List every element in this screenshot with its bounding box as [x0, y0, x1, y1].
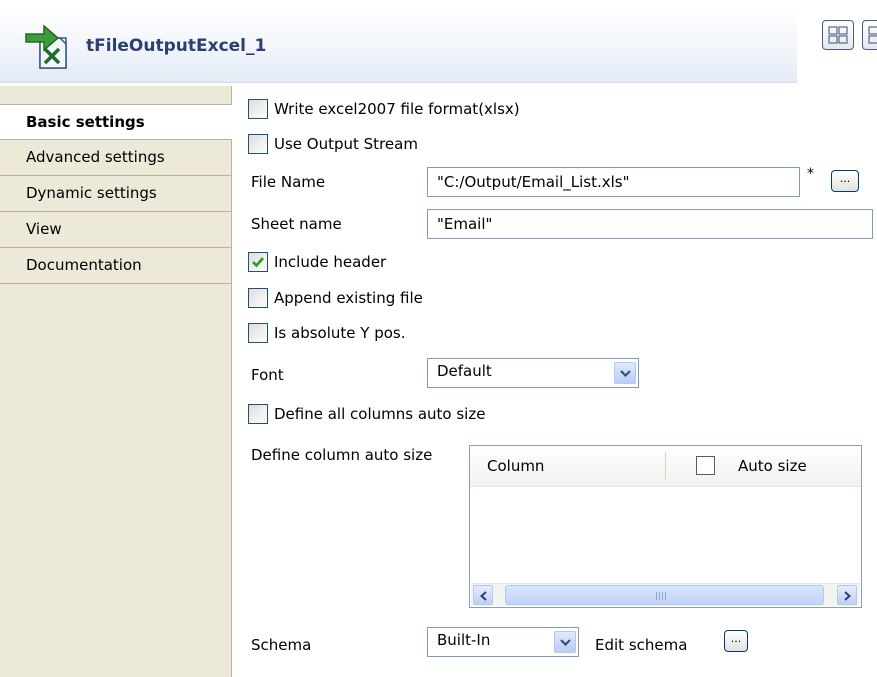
column-auto-size-table: Column Auto size [469, 445, 862, 608]
sheet-name-input[interactable]: "Email" [427, 209, 873, 239]
tab-basic-settings[interactable]: Basic settings [0, 104, 232, 140]
tab-advanced-settings[interactable]: Advanced settings [0, 140, 231, 176]
schema-label: Schema [251, 636, 312, 654]
write-excel2007-label: Write excel2007 file format(xlsx) [274, 100, 520, 118]
check-mark-icon [252, 257, 264, 268]
absolute-y-label: Is absolute Y pos. [274, 324, 406, 342]
define-all-auto-label: Define all columns auto size [274, 405, 486, 423]
chevron-left-icon [480, 591, 487, 601]
required-mark: * [807, 166, 814, 182]
horizontal-scrollbar[interactable] [471, 583, 860, 606]
column-header[interactable]: Column [487, 457, 544, 475]
append-existing-row[interactable]: Append existing file [248, 286, 423, 310]
absolute-y-row[interactable]: Is absolute Y pos. [248, 321, 405, 345]
absolute-y-checkbox[interactable] [248, 323, 268, 343]
scroll-left-button[interactable] [473, 585, 493, 605]
scroll-right-button[interactable] [837, 585, 857, 605]
list-layout-icon [868, 26, 877, 44]
tab-dynamic-settings[interactable]: Dynamic settings [0, 176, 231, 212]
excel-output-icon [24, 22, 78, 74]
list-layout-button[interactable] [862, 20, 877, 50]
grid-layout-button[interactable] [822, 20, 854, 50]
write-excel2007-checkbox[interactable] [248, 99, 268, 119]
include-header-checkbox[interactable] [248, 252, 268, 272]
include-header-row[interactable]: Include header [248, 250, 386, 274]
file-name-input[interactable]: "C:/Output/Email_List.xls" [427, 167, 800, 197]
font-label: Font [251, 366, 284, 384]
chevron-down-icon[interactable] [554, 631, 576, 653]
auto-size-header[interactable]: Auto size [738, 457, 807, 475]
define-all-auto-row[interactable]: Define all columns auto size [248, 402, 485, 426]
use-output-stream-label: Use Output Stream [274, 135, 418, 153]
edit-schema-button[interactable]: ... [724, 630, 748, 652]
define-column-auto-label: Define column auto size [251, 446, 433, 464]
include-header-label: Include header [274, 253, 387, 271]
font-select[interactable]: Default [427, 358, 639, 388]
schema-select-value: Built-In [437, 631, 491, 649]
write-excel2007-row[interactable]: Write excel2007 file format(xlsx) [248, 97, 520, 121]
chevron-right-icon [844, 591, 851, 601]
grip-icon [656, 592, 670, 600]
auto-size-all-checkbox[interactable] [696, 456, 715, 475]
browse-file-button[interactable]: ... [831, 170, 859, 192]
tab-view[interactable]: View [0, 212, 231, 248]
file-name-label: File Name [251, 173, 326, 191]
edit-schema-label: Edit schema [595, 636, 688, 654]
sheet-name-label: Sheet name [251, 215, 342, 233]
tab-documentation[interactable]: Documentation [0, 248, 231, 284]
settings-tabs: Basic settings Advanced settings Dynamic… [0, 86, 232, 677]
scroll-thumb[interactable] [505, 585, 824, 605]
append-existing-checkbox[interactable] [248, 288, 268, 308]
use-output-stream-checkbox[interactable] [248, 134, 268, 154]
column-divider [665, 452, 666, 480]
component-title: tFileOutputExcel_1 [86, 36, 267, 56]
table-header: Column Auto size [470, 446, 861, 487]
append-existing-label: Append existing file [274, 289, 423, 307]
schema-select[interactable]: Built-In [427, 627, 579, 657]
grid-layout-icon [828, 26, 848, 44]
component-header: tFileOutputExcel_1 [0, 0, 877, 86]
use-output-stream-row[interactable]: Use Output Stream [248, 132, 418, 156]
font-select-value: Default [437, 362, 492, 380]
chevron-down-icon[interactable] [614, 362, 636, 384]
define-all-auto-checkbox[interactable] [248, 404, 268, 424]
